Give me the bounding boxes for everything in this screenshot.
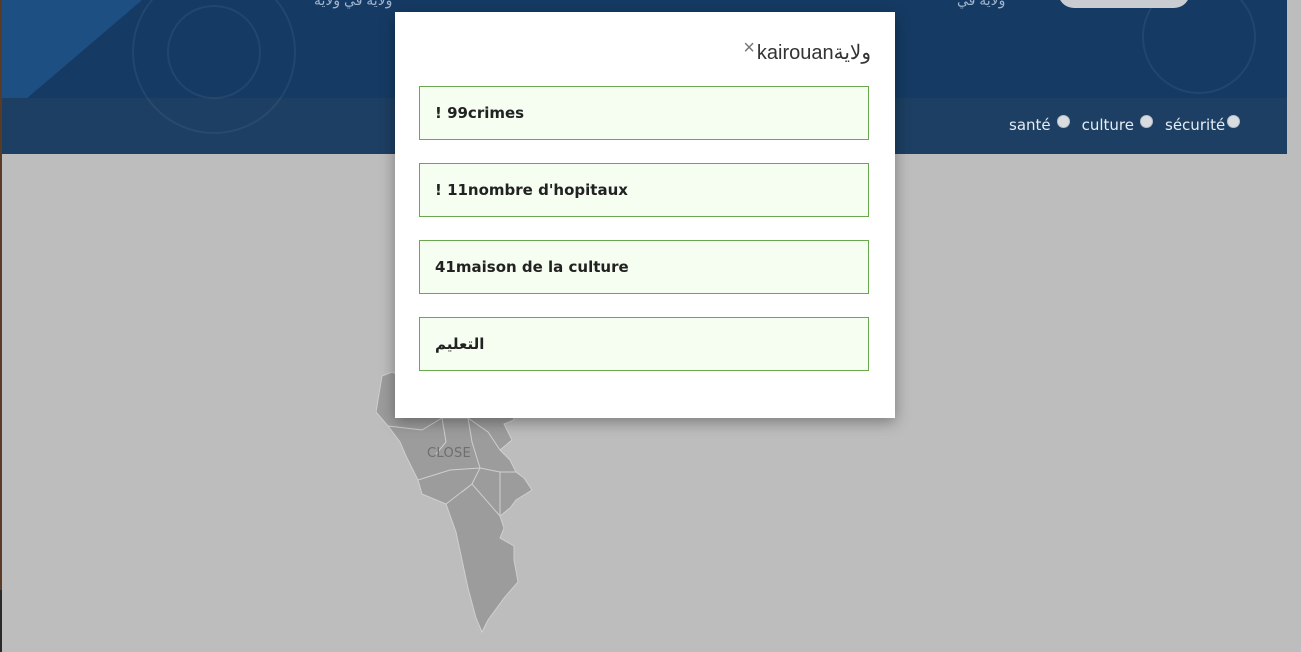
header-button[interactable]	[1058, 0, 1190, 8]
modal-title-row: × kairouanولاية	[743, 37, 871, 65]
header-decoration	[2, 0, 142, 98]
left-edge-strip-lower	[0, 590, 2, 652]
close-icon[interactable]: ×	[743, 37, 755, 60]
stat-card-hospitals: ! 11nombre d'hopitaux	[419, 163, 869, 217]
stat-card-culture-houses: 41maison de la culture	[419, 240, 869, 294]
filter-label-securite: sécurité	[1165, 116, 1226, 134]
header-partial-text: ولاية في	[957, 0, 1006, 8]
stat-card-education: التعليم	[419, 317, 869, 371]
header-decoration-circle	[1142, 0, 1256, 94]
filter-label-culture: culture	[1081, 116, 1135, 134]
stat-card-text: ! 99crimes	[435, 104, 525, 122]
map-close-label[interactable]: CLOSE	[427, 446, 471, 461]
category-filters: santé culture sécurité	[1009, 114, 1241, 134]
header-partial-text: ولاية في ولاية	[314, 0, 393, 8]
modal-title: kairouanولاية	[756, 42, 871, 64]
stat-card-text: ! 11nombre d'hopitaux	[435, 181, 628, 199]
filter-radio-culture[interactable]	[1140, 114, 1154, 128]
filter-label-sante: santé	[1009, 116, 1051, 134]
stat-card-crimes: ! 99crimes	[419, 86, 869, 140]
header-decoration-circle	[167, 5, 261, 99]
filter-radio-sante[interactable]	[1056, 114, 1070, 128]
region-info-modal: × kairouanولاية ! 99crimes ! 11nombre d'…	[395, 12, 895, 418]
stat-card-text: 41maison de la culture	[435, 258, 629, 276]
filter-radio-securite[interactable]	[1227, 114, 1241, 128]
stat-card-text: التعليم	[435, 335, 485, 353]
